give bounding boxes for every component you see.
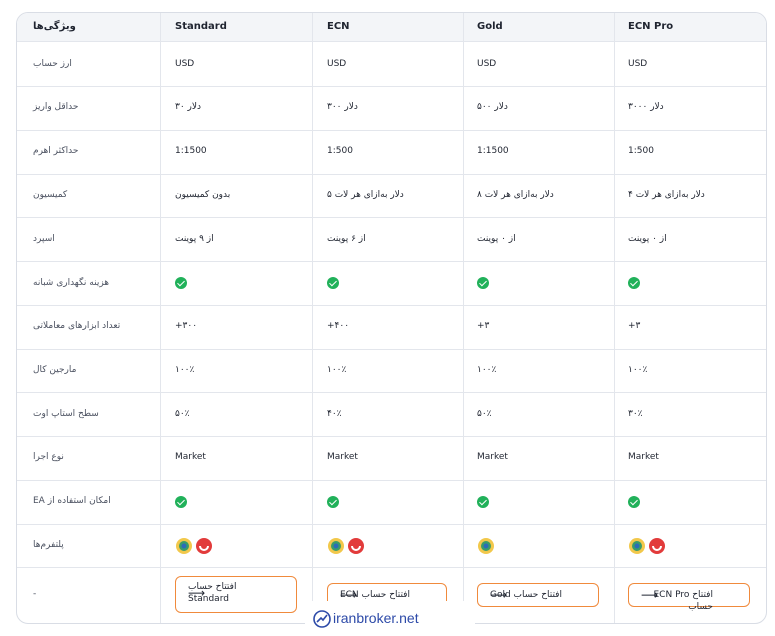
- row-label-commission: کمیسیون: [33, 190, 68, 200]
- cell-ecn-commission: دلار به‌ازای هر لات ۵: [327, 190, 404, 200]
- cell-standard-stop-out: ۵۰٪: [175, 409, 190, 419]
- header-ecn-pro: ECN Pro: [628, 21, 674, 32]
- cell-standard-instruments: +۳۰۰: [175, 321, 198, 331]
- row-divider: [17, 392, 766, 393]
- cell-ecn-execution: Market: [327, 452, 358, 462]
- row-label-max-leverage: حداکثر اهرم: [33, 146, 79, 156]
- metatrader-4-icon: [176, 538, 212, 554]
- row-label-dash: -: [33, 589, 37, 599]
- row-divider: [17, 480, 766, 481]
- check-circle-icon: [477, 277, 489, 289]
- column-divider: [160, 13, 161, 623]
- row-label-currency: ارز حساب: [33, 59, 72, 69]
- cell-standard-margin-call: ۱۰۰٪: [175, 365, 195, 375]
- row-label-margin-call: مارجین کال: [33, 365, 77, 375]
- cell-ecn-stop-out: ۴۰٪: [327, 409, 342, 419]
- row-label-platforms: پلتفرم‌ها: [33, 540, 64, 550]
- cell-ecn-pro-margin-call: ۱۰۰٪: [628, 365, 648, 375]
- open-account-ecn-pro-button[interactable]: ⟶ ECN Pro افتتاح حساب: [628, 583, 750, 612]
- cell-ecn-pro-min-deposit: دلار ۳۰۰۰: [628, 102, 664, 112]
- metatrader-4-icon: [478, 538, 494, 554]
- open-account-standard-button[interactable]: ⟶ افتتاح حساب Standard: [175, 576, 297, 613]
- row-label-spread: اسپرد: [33, 234, 55, 244]
- header-features: ویژگی‌ها: [33, 21, 76, 32]
- button-label-line2: Standard: [188, 594, 229, 604]
- row-divider: [17, 524, 766, 525]
- check-circle-icon: [628, 277, 640, 289]
- cell-standard-min-deposit: دلار ۳۰: [175, 102, 202, 112]
- cell-ecn-pro-spread: از ۰ پوینت: [628, 234, 667, 244]
- row-label-min-deposit: حداقل واریز: [33, 102, 79, 112]
- button-label: ECN Pro افتتاح حساب: [653, 590, 714, 612]
- cell-gold-spread: از ۰ پوینت: [477, 234, 516, 244]
- cell-gold-leverage: 1:1500: [477, 146, 509, 156]
- cell-gold-execution: Market: [477, 452, 508, 462]
- header-standard: Standard: [175, 21, 227, 32]
- cell-gold-currency: USD: [477, 59, 497, 69]
- metatrader-4-icon: [629, 538, 665, 554]
- check-circle-icon: [175, 277, 187, 289]
- header-ecn: ECN: [327, 21, 350, 32]
- row-label-execution: نوع اجرا: [33, 452, 64, 462]
- account-comparison-table: ویژگی‌ها Standard ECN Gold ECN Pro ارز ح…: [16, 12, 767, 624]
- cell-gold-stop-out: ۵۰٪: [477, 409, 492, 419]
- row-label-ea: EA امکان استفاده از: [33, 496, 111, 506]
- row-label-instruments: تعداد ابزارهای معاملاتی: [33, 321, 121, 331]
- cell-ecn-min-deposit: دلار ۳۰۰: [327, 102, 358, 112]
- cell-standard-execution: Market: [175, 452, 206, 462]
- cell-ecn-pro-commission: دلار به‌ازای هر لات ۴: [628, 190, 705, 200]
- cell-standard-currency: USD: [175, 59, 195, 69]
- check-circle-icon: [327, 496, 339, 508]
- platform-icons-ecn: [327, 537, 367, 554]
- cell-gold-margin-call: ۱۰۰٪: [477, 365, 497, 375]
- column-divider: [614, 13, 615, 623]
- cell-standard-commission: بدون کمیسیون: [175, 190, 231, 200]
- check-circle-icon: [175, 496, 187, 508]
- row-divider: [17, 217, 766, 218]
- header-gold: Gold: [477, 21, 503, 32]
- check-circle-icon: [477, 496, 489, 508]
- row-divider: [17, 305, 766, 306]
- platform-icons-standard: [175, 537, 215, 554]
- cell-ecn-pro-instruments: +۳: [628, 321, 641, 331]
- metatrader-4-icon: [328, 538, 364, 554]
- cell-ecn-pro-currency: USD: [628, 59, 648, 69]
- row-label-stop-out: سطح استاپ اوت: [33, 409, 99, 419]
- platform-icons-gold: [477, 537, 517, 554]
- button-label: Gold افتتاح حساب: [489, 590, 562, 600]
- cell-ecn-pro-execution: Market: [628, 452, 659, 462]
- cell-ecn-margin-call: ۱۰۰٪: [327, 365, 347, 375]
- cell-ecn-spread: از ۶ پوینت: [327, 234, 366, 244]
- button-label-line1: افتتاح حساب: [188, 582, 237, 592]
- check-circle-icon: [327, 277, 339, 289]
- row-divider: [17, 261, 766, 262]
- watermark: iranbroker.net: [305, 601, 475, 636]
- cell-standard-spread: از ۹ پوینت: [175, 234, 214, 244]
- button-label: ECN افتتاح حساب: [339, 590, 410, 600]
- row-divider: [17, 174, 766, 175]
- cell-gold-commission: دلار به‌ازای هر لات ۸: [477, 190, 554, 200]
- row-divider: [17, 130, 766, 131]
- cell-ecn-currency: USD: [327, 59, 347, 69]
- cell-ecn-instruments: +۴۰۰: [327, 321, 350, 331]
- row-divider: [17, 349, 766, 350]
- open-account-gold-button[interactable]: ⟶ Gold افتتاح حساب: [477, 583, 599, 607]
- trend-chart-icon: [313, 610, 331, 628]
- column-divider: [463, 13, 464, 623]
- row-divider: [17, 567, 766, 568]
- cell-standard-leverage: 1:1500: [175, 146, 207, 156]
- cell-ecn-pro-stop-out: ۳۰٪: [628, 409, 643, 419]
- row-label-swap: هزینه نگهداری شبانه: [33, 278, 110, 288]
- watermark-text: iranbroker.net: [333, 610, 419, 626]
- cell-ecn-pro-leverage: 1:500: [628, 146, 654, 156]
- cell-gold-instruments: +۳: [477, 321, 490, 331]
- row-divider: [17, 436, 766, 437]
- cell-gold-min-deposit: دلار ۵۰۰: [477, 102, 508, 112]
- check-circle-icon: [628, 496, 640, 508]
- platform-icons-ecn-pro: [628, 537, 668, 554]
- cell-ecn-leverage: 1:500: [327, 146, 353, 156]
- row-divider: [17, 86, 766, 87]
- column-divider: [312, 13, 313, 623]
